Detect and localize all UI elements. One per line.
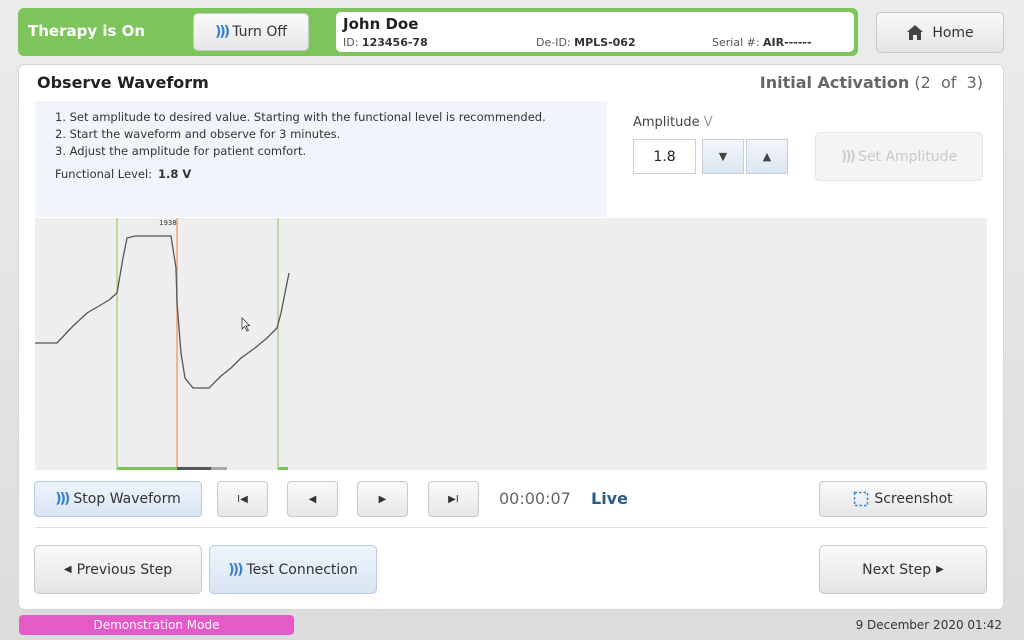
divider — [35, 527, 987, 528]
previous-step-button[interactable]: ◀ Previous Step — [34, 545, 202, 594]
signal-wave-icon: ))) — [55, 491, 70, 507]
set-amplitude-button[interactable]: ))) Set Amplitude — [815, 132, 983, 181]
instruction-step: 2. Start the waveform and observe for 3 … — [55, 127, 341, 141]
home-label: Home — [932, 24, 974, 41]
page-title: Observe Waveform — [37, 73, 209, 92]
stop-waveform-label: Stop Waveform — [73, 491, 181, 507]
progress-segment-end — [278, 467, 288, 471]
instructions-box: 1. Set amplitude to desired value. Start… — [35, 101, 607, 217]
signal-wave-icon: ))) — [840, 148, 856, 165]
amplitude-increase-button[interactable]: ▲ — [746, 139, 788, 174]
marker-label: 1938 — [159, 219, 177, 227]
functional-level: Functional Level: 1.8 V — [55, 167, 192, 181]
screenshot-button[interactable]: Screenshot — [819, 481, 987, 517]
waveform-trace — [35, 235, 290, 389]
amplitude-decrease-button[interactable]: ▼ — [702, 139, 744, 174]
step-forward-button[interactable]: ▶ — [357, 481, 408, 517]
turn-off-button[interactable]: ))) Turn Off — [193, 13, 309, 51]
home-button[interactable]: Home — [876, 12, 1004, 53]
instruction-step: 3. Adjust the amplitude for patient comf… — [55, 144, 307, 158]
skip-first-icon: I◀ — [237, 493, 248, 505]
amplitude-label: Amplitude V — [633, 115, 713, 130]
chevron-left-icon: ◀ — [63, 564, 72, 575]
signal-wave-icon: ))) — [228, 561, 243, 578]
playback-timer: 00:00:07 — [499, 489, 571, 508]
screenshot-icon — [854, 491, 869, 507]
step-back-icon: ◀ — [308, 493, 317, 505]
therapy-status-bar: Therapy is On ))) Turn Off John Doe ID: … — [18, 8, 858, 56]
turn-off-label: Turn Off — [232, 24, 287, 40]
progress-segment-buffer — [177, 467, 211, 471]
patient-info: John Doe ID: 123456-78 De-ID: MPLS-062 S… — [336, 12, 854, 52]
live-indicator: Live — [591, 489, 628, 508]
test-connection-label: Test Connection — [246, 561, 358, 578]
instruction-step: 1. Set amplitude to desired value. Start… — [55, 110, 546, 124]
therapy-status-label: Therapy is On — [28, 22, 146, 40]
home-icon — [907, 25, 924, 40]
patient-id: ID: 123456-78 — [343, 36, 428, 49]
main-panel: Observe Waveform Initial Activation (2 o… — [18, 64, 1004, 610]
next-step-button[interactable]: Next Step ▶ — [819, 545, 987, 594]
chevron-right-icon: ▶ — [936, 564, 944, 575]
demo-mode-badge: Demonstration Mode — [19, 615, 294, 635]
waveform-display: 1938 — [35, 218, 987, 471]
datetime: 9 December 2020 01:42 — [855, 618, 1002, 632]
patient-serial: Serial #: AIR------ — [712, 36, 812, 49]
patient-deid: De-ID: MPLS-062 — [536, 36, 636, 49]
step-back-button[interactable]: ◀ — [287, 481, 338, 517]
patient-name: John Doe — [343, 15, 419, 33]
arrow-up-icon: ▲ — [762, 150, 772, 163]
amplitude-value: 1.8 — [633, 139, 696, 174]
signal-wave-icon: ))) — [215, 24, 230, 40]
arrow-down-icon: ▼ — [718, 150, 728, 163]
set-amplitude-label: Set Amplitude — [858, 148, 958, 165]
cursor-icon — [241, 317, 251, 332]
waveform-plot: 1938 — [35, 218, 290, 471]
screenshot-label: Screenshot — [874, 491, 953, 507]
skip-first-button[interactable]: I◀ — [217, 481, 268, 517]
test-connection-button[interactable]: ))) Test Connection — [209, 545, 377, 594]
progress-segment-pending — [211, 467, 227, 471]
step-forward-icon: ▶ — [378, 493, 387, 505]
skip-last-icon: ▶I — [448, 493, 459, 505]
skip-last-button[interactable]: ▶I — [428, 481, 479, 517]
step-indicator: Initial Activation (2 of 3) — [759, 73, 983, 92]
previous-step-label: Previous Step — [76, 561, 173, 578]
progress-segment-played — [117, 467, 177, 471]
stop-waveform-button[interactable]: ))) Stop Waveform — [34, 481, 202, 517]
next-step-label: Next Step — [862, 561, 932, 578]
